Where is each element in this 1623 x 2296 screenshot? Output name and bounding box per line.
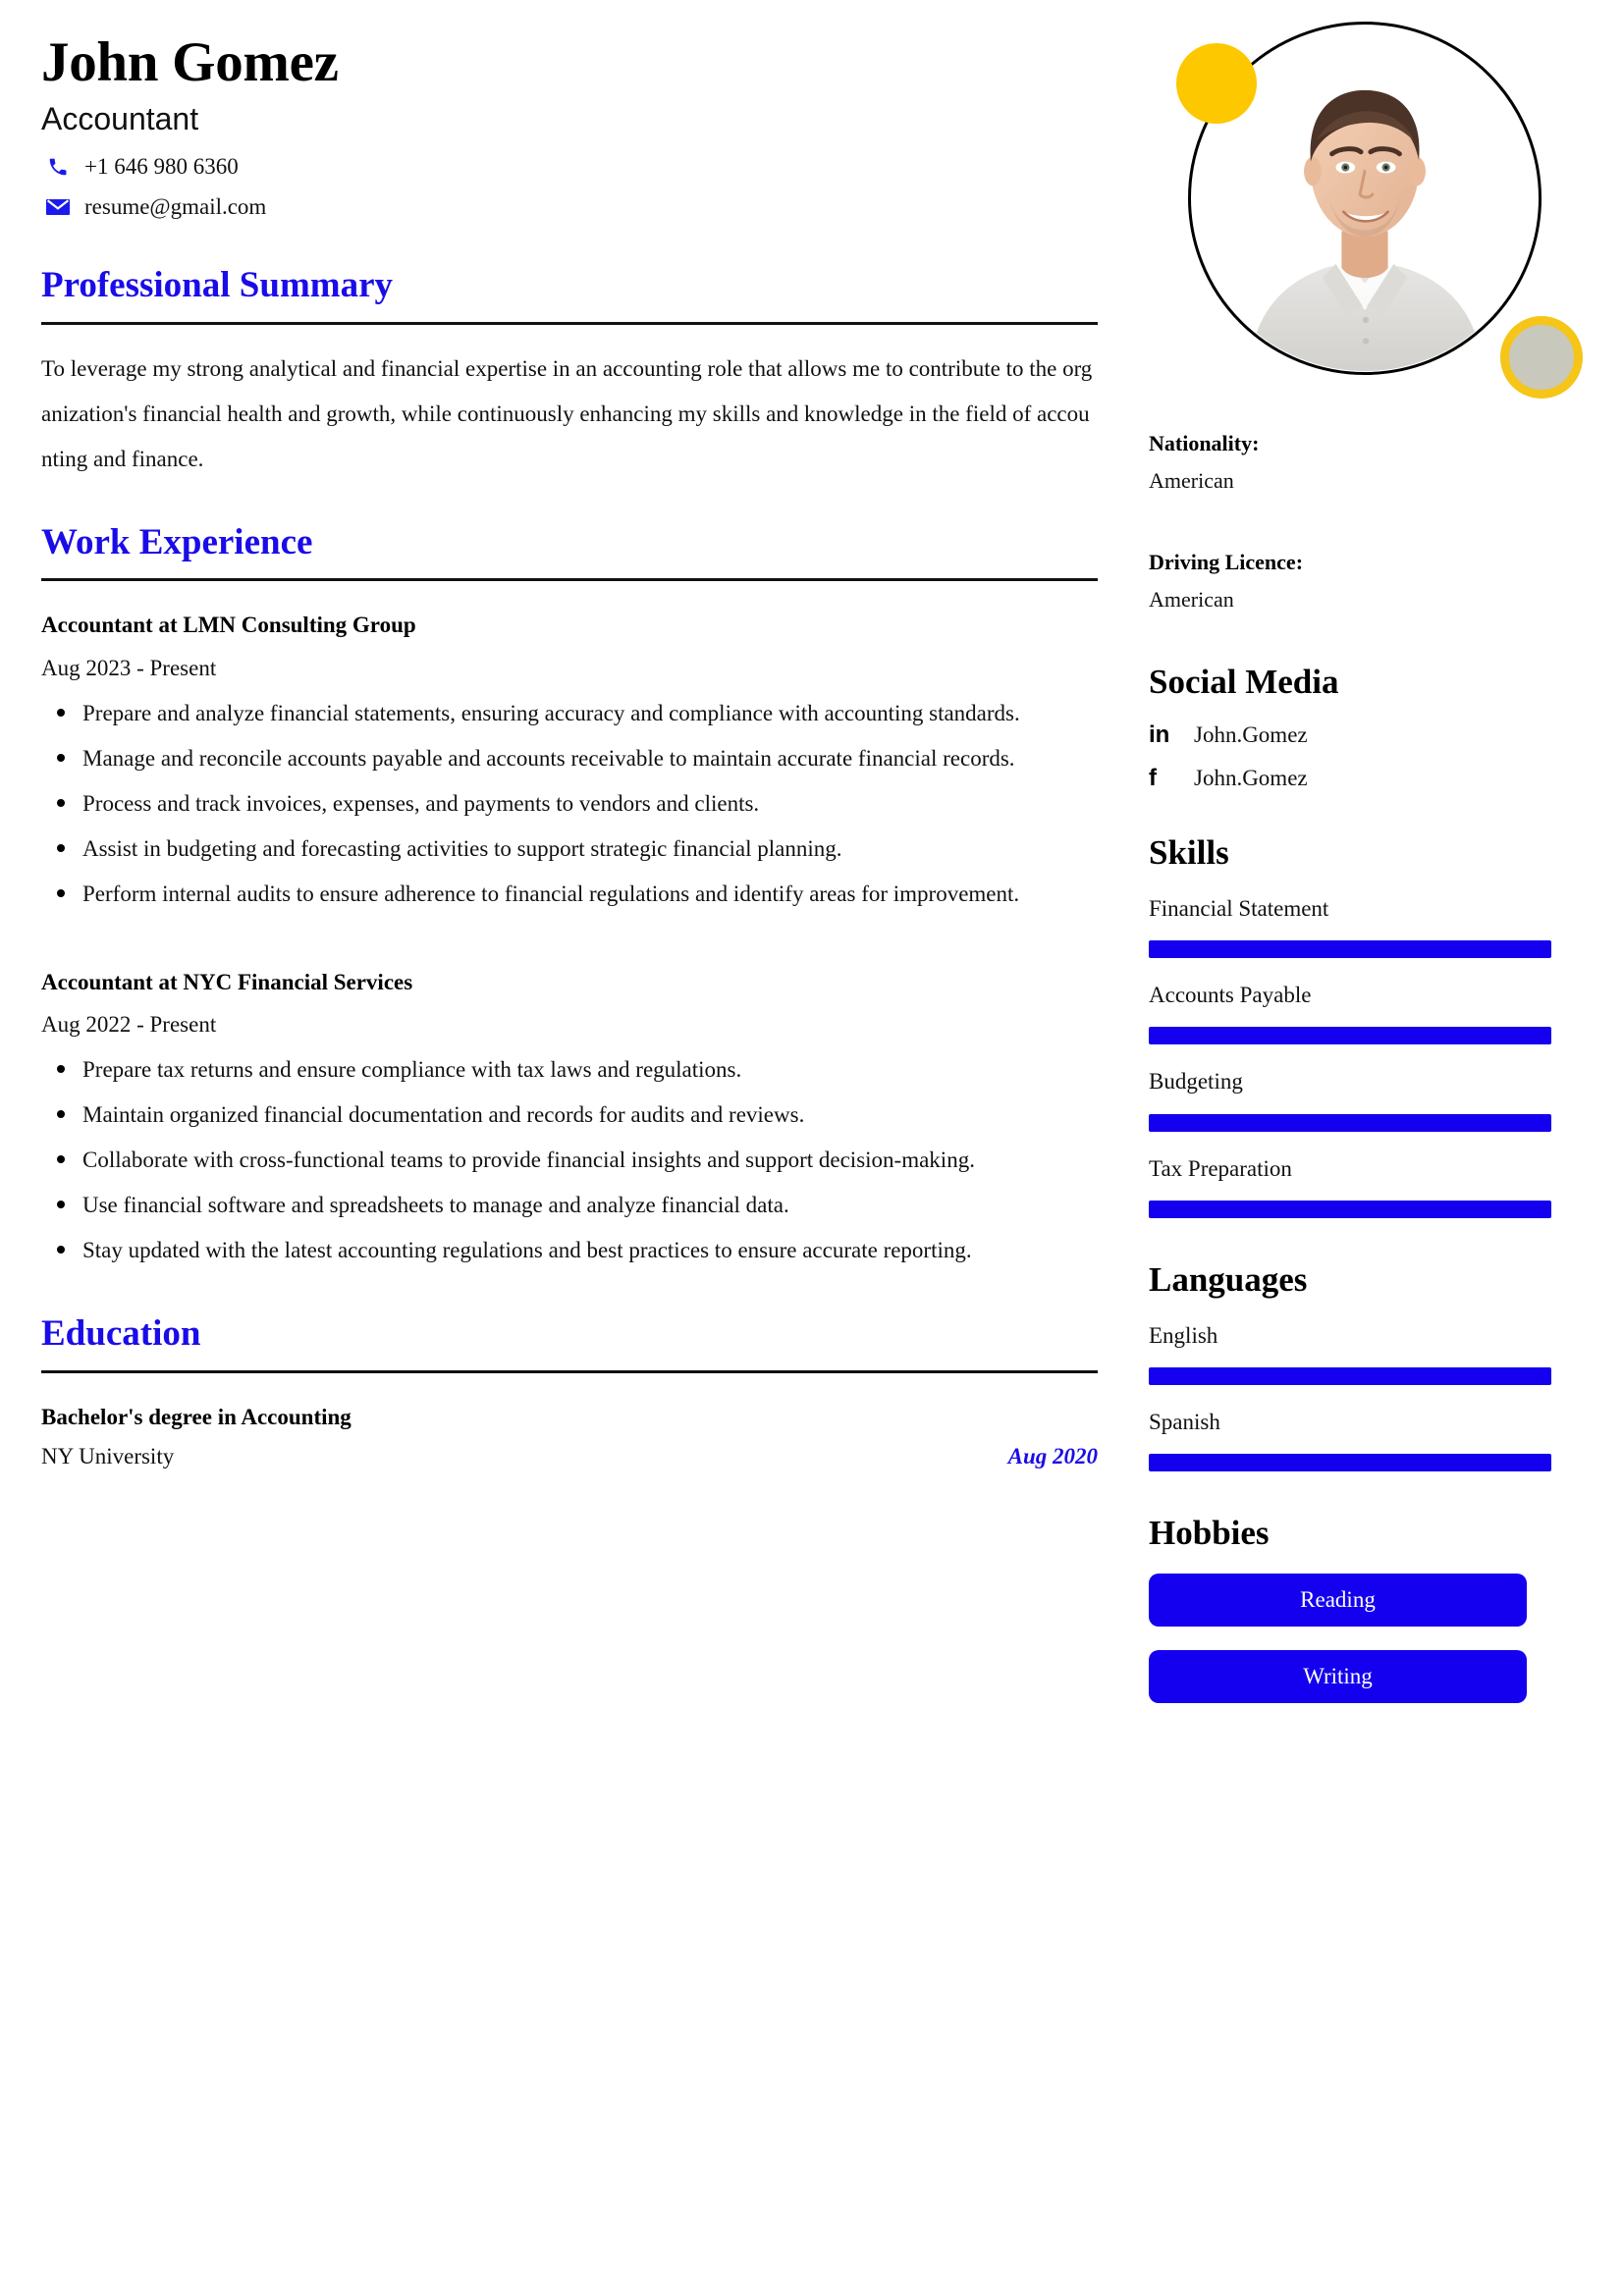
skill-item: Accounts Payable xyxy=(1149,980,1580,1045)
list-item: Collaborate with cross-functional teams … xyxy=(41,1138,1098,1183)
summary-text: To leverage my strong analytical and fin… xyxy=(41,355,1093,471)
contact-phone[interactable]: +1 646 980 6360 xyxy=(41,149,1098,185)
section-divider xyxy=(41,321,1098,325)
language-bar-track xyxy=(1149,1366,1551,1385)
language-label: English xyxy=(1149,1322,1218,1348)
experience-dates: Aug 2023 - Present xyxy=(41,655,217,680)
experience-bullets: Prepare tax returns and ensure complianc… xyxy=(41,1047,1098,1273)
language-item: Spanish xyxy=(1149,1407,1580,1472)
linkedin-icon: in xyxy=(1149,721,1170,748)
social-link-linkedin[interactable]: in John.Gomez xyxy=(1149,722,1580,748)
field-driving-licence: Driving Licence: American xyxy=(1149,545,1580,620)
skill-label: Budgeting xyxy=(1149,1069,1243,1095)
education-entry: Bachelor's degree in Accounting NY Unive… xyxy=(41,1401,1098,1470)
language-item: English xyxy=(1149,1320,1580,1385)
skill-label: Financial Statement xyxy=(1149,895,1329,921)
list-item: Assist in budgeting and forecasting acti… xyxy=(41,827,1098,872)
driving-licence-value: American xyxy=(1149,587,1234,613)
education-row: NY University Aug 2020 xyxy=(41,1444,1098,1469)
sidebar-column: Nationality: American Driving Licence: A… xyxy=(1139,0,1623,2296)
skill-label: Tax Preparation xyxy=(1149,1155,1292,1181)
experience-dates: Aug 2022 - Present xyxy=(41,1012,217,1038)
skill-item: Tax Preparation xyxy=(1149,1153,1580,1218)
main-column: John Gomez Accountant +1 646 980 6360 re… xyxy=(0,0,1139,2296)
list-item: Process and track invoices, expenses, an… xyxy=(41,781,1098,827)
nationality-label: Nationality: xyxy=(1149,431,1260,455)
phone-icon xyxy=(45,155,71,179)
section-heading-experience: Work Experience xyxy=(41,521,313,562)
education-school: NY University xyxy=(41,1444,175,1469)
section-divider xyxy=(41,1369,1098,1373)
job-title: Accountant xyxy=(41,100,199,136)
avatar xyxy=(1176,22,1583,399)
contact-email[interactable]: resume@gmail.com xyxy=(41,189,1098,225)
skill-bar-track xyxy=(1149,1027,1551,1045)
list-item: Perform internal audits to ensure adhere… xyxy=(41,872,1098,917)
hobby-tag[interactable]: Reading xyxy=(1149,1574,1527,1628)
language-bar-fill xyxy=(1149,1454,1551,1472)
education-degree: Bachelor's degree in Accounting xyxy=(41,1404,352,1429)
nationality-value: American xyxy=(1149,468,1234,494)
list-item: Manage and reconcile accounts payable an… xyxy=(41,736,1098,781)
sidebar-heading-social-media: Social Media xyxy=(1149,662,1339,701)
social-link-facebook[interactable]: f John.Gomez xyxy=(1149,766,1580,791)
skill-bar-fill xyxy=(1149,940,1551,959)
envelope-icon xyxy=(45,195,71,219)
language-bar-track xyxy=(1149,1454,1551,1472)
skill-item: Financial Statement xyxy=(1149,893,1580,959)
field-nationality: Nationality: American xyxy=(1149,426,1580,502)
facebook-handle: John.Gomez xyxy=(1194,765,1308,790)
section-heading-summary: Professional Summary xyxy=(41,265,394,306)
skill-bar-fill xyxy=(1149,1113,1551,1132)
list-item: Prepare tax returns and ensure complianc… xyxy=(41,1047,1098,1093)
language-bar-fill xyxy=(1149,1366,1551,1385)
section-divider xyxy=(41,578,1098,582)
list-item: Maintain organized financial documentati… xyxy=(41,1093,1098,1138)
sidebar-heading-skills: Skills xyxy=(1149,832,1229,872)
section-heading-education: Education xyxy=(41,1313,201,1355)
language-label: Spanish xyxy=(1149,1409,1220,1434)
list-item: Prepare and analyze financial statements… xyxy=(41,691,1098,736)
list-item: Stay updated with the latest accounting … xyxy=(41,1228,1098,1273)
experience-bullets: Prepare and analyze financial statements… xyxy=(41,691,1098,917)
skill-bar-fill xyxy=(1149,1027,1551,1045)
education-date: Aug 2020 xyxy=(1007,1444,1098,1469)
sidebar-heading-languages: Languages xyxy=(1149,1259,1308,1299)
skill-item: Budgeting xyxy=(1149,1066,1580,1132)
list-item: Use financial software and spreadsheets … xyxy=(41,1183,1098,1228)
page-title: John Gomez xyxy=(41,31,339,93)
experience-entry: Accountant at NYC Financial Services Aug… xyxy=(41,966,1098,1274)
experience-entry: Accountant at LMN Consulting Group Aug 2… xyxy=(41,609,1098,917)
experience-role: Accountant at NYC Financial Services xyxy=(41,969,413,994)
driving-licence-label: Driving Licence: xyxy=(1149,549,1304,574)
experience-role: Accountant at LMN Consulting Group xyxy=(41,613,416,638)
linkedin-handle: John.Gomez xyxy=(1194,721,1308,747)
sidebar-heading-hobbies: Hobbies xyxy=(1149,1514,1270,1553)
skill-bar-track xyxy=(1149,940,1551,959)
resume-page: John Gomez Accountant +1 646 980 6360 re… xyxy=(0,0,1623,2296)
phone-value: +1 646 980 6360 xyxy=(84,154,239,180)
decorative-yellow-circle xyxy=(1176,43,1257,124)
facebook-icon: f xyxy=(1149,764,1157,791)
skill-bar-fill xyxy=(1149,1200,1551,1218)
hobby-tag[interactable]: Writing xyxy=(1149,1650,1527,1704)
email-value: resume@gmail.com xyxy=(84,194,267,220)
skill-label: Accounts Payable xyxy=(1149,983,1312,1008)
skill-bar-track xyxy=(1149,1113,1551,1132)
decorative-grey-circle xyxy=(1500,316,1583,399)
skill-bar-track xyxy=(1149,1200,1551,1218)
